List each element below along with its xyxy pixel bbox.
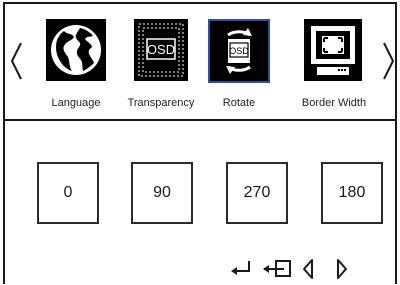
osd-text: OSD — [147, 42, 175, 57]
rotate-option-270[interactable]: 270 — [226, 162, 288, 224]
nav-right-chevron-icon[interactable] — [380, 41, 396, 81]
menu-item-label: Language — [51, 97, 101, 109]
chevron-left-icon[interactable] — [301, 258, 315, 280]
globe-icon — [46, 19, 106, 81]
monitor-border-icon — [300, 19, 362, 81]
osd-transparency-icon: OSD — [130, 19, 190, 81]
menu-item-label: Border Width — [301, 97, 367, 109]
exit-icon[interactable] — [262, 258, 294, 278]
menu-divider — [3, 119, 397, 121]
enter-icon[interactable] — [229, 258, 253, 278]
rotate-option-0[interactable]: 0 — [37, 162, 99, 224]
osd-rotate-icon: OSD — [208, 19, 270, 83]
menu-item-label: Rotate — [222, 97, 256, 109]
rotate-option-90[interactable]: 90 — [131, 162, 193, 224]
nav-left-chevron-icon[interactable] — [9, 41, 25, 81]
osd-text: OSD — [229, 46, 249, 56]
chevron-right-icon[interactable] — [335, 258, 349, 280]
menu-item-label: Transparency — [127, 97, 195, 109]
rotate-option-180[interactable]: 180 — [321, 162, 383, 224]
